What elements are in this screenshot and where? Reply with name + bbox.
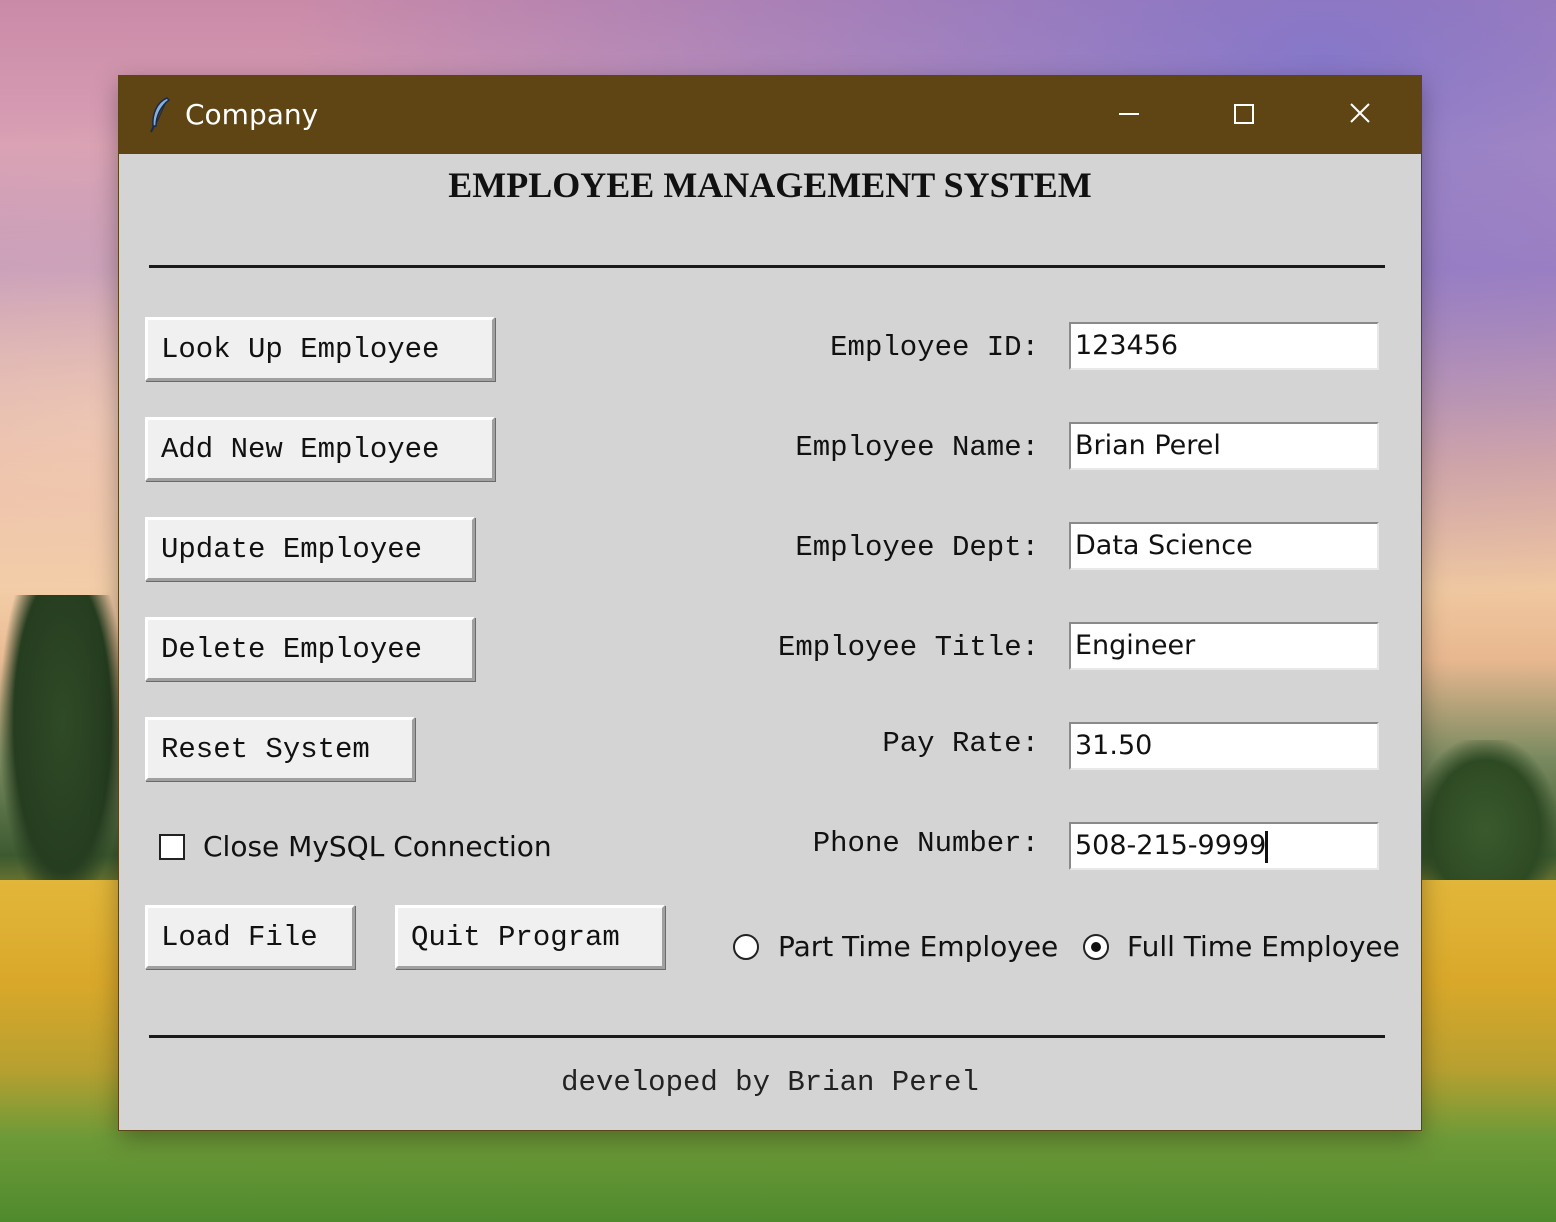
pay-rate-label: Pay Rate: <box>882 727 1039 760</box>
close-icon <box>1303 103 1419 158</box>
employee-dept-label-wrap: Employee Dept: <box>679 531 1039 571</box>
pay-rate-field[interactable]: 31.50 <box>1069 722 1379 770</box>
employee-name-label-wrap: Employee Name: <box>679 431 1039 471</box>
employee-title-label: Employee Title: <box>777 631 1039 664</box>
window-title: Company <box>185 98 319 131</box>
phone-number-label-wrap: Phone Number: <box>679 827 1039 867</box>
phone-number-label: Phone Number: <box>812 827 1039 860</box>
full-time-radio[interactable] <box>1083 934 1109 960</box>
close-mysql-label: Close MySQL Connection <box>203 830 552 863</box>
phone-number-field[interactable]: 508-215-9999 <box>1069 822 1379 870</box>
load-file-button[interactable]: Load File <box>145 905 355 969</box>
app-window: Company EMPLOYEE MANAGEMENT SYSTEM Look … <box>119 76 1421 1130</box>
update-employee-button[interactable]: Update Employee <box>145 517 475 581</box>
maximize-icon <box>1187 104 1303 158</box>
desktop-background-trees <box>0 595 125 915</box>
pay-rate-label-wrap: Pay Rate: <box>679 727 1039 767</box>
add-new-employee-button[interactable]: Add New Employee <box>145 417 495 481</box>
top-divider <box>149 265 1385 268</box>
close-button[interactable] <box>1303 76 1419 154</box>
employee-dept-label: Employee Dept: <box>795 531 1039 564</box>
text-cursor <box>1265 830 1269 863</box>
employee-id-label: Employee ID: <box>830 331 1039 364</box>
bottom-divider <box>149 1035 1385 1038</box>
minimize-button[interactable] <box>1071 76 1187 154</box>
feather-icon <box>147 96 173 134</box>
employee-title-field[interactable]: Engineer <box>1069 622 1379 670</box>
footer-credit: developed by Brian Perel <box>561 1066 979 1099</box>
part-time-label: Part Time Employee <box>778 930 1059 963</box>
reset-system-button[interactable]: Reset System <box>145 717 415 781</box>
part-time-radio[interactable] <box>733 934 759 960</box>
radio-selected-dot <box>1091 942 1101 952</box>
close-mysql-checkbox[interactable] <box>159 834 185 860</box>
desktop-background-trees-right <box>1415 740 1556 890</box>
employee-id-label-wrap: Employee ID: <box>679 331 1039 371</box>
employee-title-label-wrap: Employee Title: <box>679 631 1039 671</box>
full-time-label: Full Time Employee <box>1127 930 1400 963</box>
look-up-employee-button[interactable]: Look Up Employee <box>145 317 495 381</box>
page-title: EMPLOYEE MANAGEMENT SYSTEM <box>448 165 1092 205</box>
employee-name-label: Employee Name: <box>795 431 1039 464</box>
employee-name-field[interactable]: Brian Perel <box>1069 422 1379 470</box>
quit-program-button[interactable]: Quit Program <box>395 905 665 969</box>
minimize-icon <box>1071 113 1187 158</box>
employee-id-field[interactable]: 123456 <box>1069 322 1379 370</box>
title-bar[interactable]: Company <box>119 76 1421 154</box>
delete-employee-button[interactable]: Delete Employee <box>145 617 475 681</box>
employee-dept-field[interactable]: Data Science <box>1069 522 1379 570</box>
maximize-button[interactable] <box>1187 76 1303 154</box>
phone-number-value: 508-215-9999 <box>1075 830 1267 861</box>
